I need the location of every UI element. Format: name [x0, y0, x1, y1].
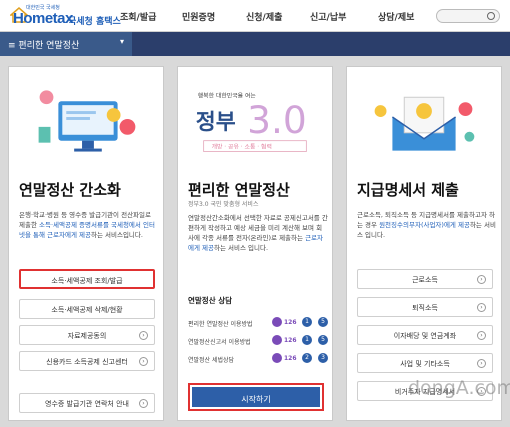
gov-big: 정부 [196, 110, 236, 135]
card-title: 지급명세서 제출 [357, 181, 459, 199]
nav-item-apply[interactable]: 신청/제출 [246, 10, 310, 23]
business-income-button[interactable]: 사업 및 기타소득 › [357, 353, 493, 373]
arrow-right-icon: › [139, 331, 148, 340]
card-title: 연말정산 간소화 [19, 181, 121, 199]
government-3-logo: 행복한 대한민국을 여는 정부 3.0 개방 · 공유 · 소통 · 협력 [196, 91, 307, 152]
card-title: 편리한 연말정산 [188, 181, 290, 199]
arrow-right-icon: › [139, 357, 148, 366]
counsel-row: 연말정산 세법상담 126 2 3 [188, 353, 328, 364]
card-simplified-service: 연말정산 간소화 은행·학교·병원 등 영수증 발급기관이 전산파일로 제출한 … [8, 66, 164, 421]
card-description: 은행·학교·병원 등 영수증 발급기관이 전산파일로 제출한 소득·세액공제 증… [19, 211, 155, 239]
arrow-right-icon: › [477, 303, 486, 312]
envelope-illustration [374, 96, 475, 151]
interest-dividend-button[interactable]: 이자배당 및 연금계좌 › [357, 325, 493, 345]
gov-values: 개방 · 공유 · 소통 · 협력 [212, 143, 272, 151]
arrow-right-icon: › [477, 275, 486, 284]
hometax-logo[interactable]: 대한민국 국세청 Hometax 국세청 홈택스 [10, 4, 121, 28]
search-input[interactable] [436, 9, 500, 23]
logo-text: Hometax [13, 10, 73, 27]
nav-item-consult[interactable]: 상담/제보 [378, 10, 438, 23]
arrow-right-icon: › [477, 331, 486, 340]
card-payment-statement: 지급명세서 제출 근로소득, 퇴직소득 등 지급명세서를 제출하고자 하는 경우… [346, 66, 502, 421]
card-description: 근로소득, 퇴직소득 등 지급명세서를 제출하고자 하는 경우 원천징수의무자(… [357, 211, 496, 239]
issuer-contact-button[interactable]: 영수증 발급기관 연락처 안내 › [19, 393, 155, 413]
deduction-delete-button[interactable]: 소득·세액공제 삭제/현황 [19, 299, 155, 319]
counsel-title: 연말정산 상담 [188, 296, 233, 305]
search-icon[interactable] [487, 12, 495, 20]
card-subtitle: 정부3.0 국민 맞춤형 서비스 [188, 201, 259, 208]
logo-tagline: 국세청 홈택스 [68, 17, 121, 27]
card-description: 연말정산간소화에서 선택한 자료로 공제신고서를 간편하게 작성하고 예상 세금… [188, 214, 328, 252]
retirement-income-button[interactable]: 퇴직소득 › [357, 297, 493, 317]
arrow-right-icon: › [139, 399, 148, 408]
section-dropdown[interactable]: ≡ 편리한 연말정산 ▾ [0, 32, 132, 56]
gov-version: 3.0 [247, 98, 307, 142]
computer-illustration [38, 90, 136, 152]
arrow-right-icon: › [477, 359, 486, 368]
main-nav: 조회/발급 민원증명 신청/제출 신고/납부 상담/제보 [120, 10, 438, 23]
start-button[interactable]: 시작하기 [188, 383, 324, 411]
counsel-row: 연말정산신고서 이용방법 126 1 5 [188, 335, 328, 346]
chevron-down-icon: ▾ [119, 37, 124, 46]
section-dropdown-label: 편리한 연말정산 [18, 41, 80, 51]
phone-icon [272, 353, 282, 363]
watermark: dongA.com [408, 377, 510, 399]
phone-icon [272, 335, 282, 345]
credit-card-report-button[interactable]: 신용카드 소득공제 신고센터 › [19, 351, 155, 371]
phone-icon [272, 317, 282, 327]
deduction-lookup-button[interactable]: 소득·세액공제 조회/발급 [19, 269, 155, 289]
card-convenient-settlement: 행복한 대한민국을 여는 정부 3.0 개방 · 공유 · 소통 · 협력 편리… [177, 66, 333, 421]
data-consent-button[interactable]: 자료제공동의 › [19, 325, 155, 345]
earned-income-button[interactable]: 근로소득 › [357, 269, 493, 289]
top-navigation: 대한민국 국세청 Hometax 국세청 홈택스 조회/발급 민원증명 신청/제… [0, 0, 510, 32]
start-button-label: 시작하기 [192, 387, 320, 407]
sub-header-bar: ≡ 편리한 연말정산 ▾ [0, 32, 510, 56]
nav-item-certificates[interactable]: 민원증명 [182, 10, 246, 23]
counsel-row: 편리한 연말정산 이용방법 126 1 5 [188, 317, 328, 328]
hamburger-icon: ≡ [8, 41, 19, 51]
nav-item-report[interactable]: 신고/납부 [310, 10, 378, 23]
nav-item-lookup[interactable]: 조회/발급 [120, 10, 182, 23]
